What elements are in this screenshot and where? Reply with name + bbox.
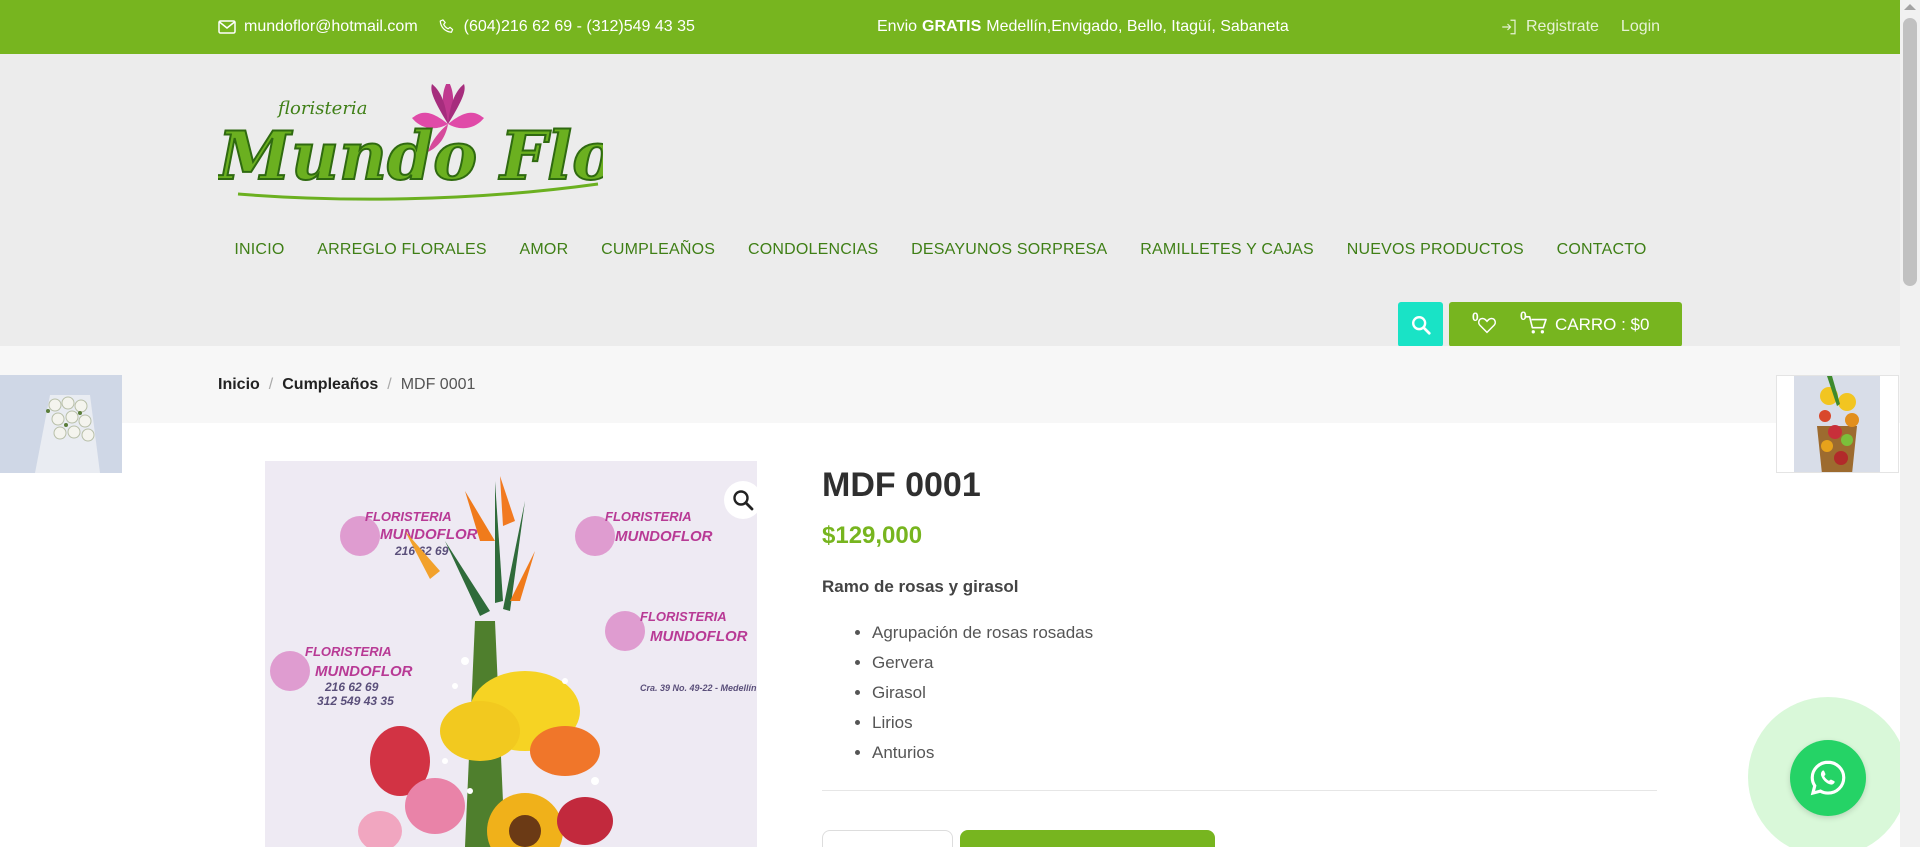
breadcrumb-home[interactable]: Inicio <box>218 376 260 394</box>
register-label: Registrate <box>1526 18 1599 35</box>
watermark-name: MUNDOFLOR <box>380 526 478 543</box>
magnifier-icon <box>733 490 754 511</box>
zoom-button[interactable] <box>724 481 762 519</box>
top-bar: mundoflor@hotmail.com (604)216 62 69 - (… <box>0 0 1900 54</box>
watermark-name: MUNDOFLOR <box>615 528 713 545</box>
email-link[interactable]: mundoflor@hotmail.com <box>218 18 418 36</box>
wishlist-count: 0 <box>1472 309 1479 324</box>
watermark-address: Cra. 39 No. 49-22 - Medellín <box>640 683 757 693</box>
nav-item-contacto[interactable]: CONTACTO <box>1557 241 1647 259</box>
email-text: mundoflor@hotmail.com <box>244 18 418 35</box>
register-link[interactable]: Registrate <box>1500 18 1599 36</box>
search-button[interactable] <box>1398 302 1443 347</box>
breadcrumb-separator: / <box>268 375 274 393</box>
product-title: MDF 0001 <box>822 466 981 504</box>
nav-item-arreglo-florales[interactable]: ARREGLO FLORALES <box>317 241 486 259</box>
watermark-phone2: 312 549 43 35 <box>317 694 394 708</box>
phone-icon <box>439 19 453 33</box>
watermark-brand: FLORISTERIA <box>605 509 692 524</box>
cart-count: 0 <box>1520 308 1527 323</box>
previous-product-thumbnail[interactable] <box>0 375 122 473</box>
wishlist-button[interactable]: 0 <box>1472 310 1497 334</box>
cart-icon-wrap: 0 <box>1520 309 1547 335</box>
nav-item-amor[interactable]: AMOR <box>520 241 569 259</box>
search-icon <box>1411 315 1431 335</box>
contact-info: mundoflor@hotmail.com (604)216 62 69 - (… <box>218 0 695 54</box>
breadcrumb: Inicio / Cumpleaños / MDF 0001 <box>218 346 475 423</box>
scrollbar-thumb[interactable] <box>1903 18 1917 286</box>
site-logo[interactable]: floristeria Mundo Flor <box>218 84 603 209</box>
quantity-input[interactable] <box>822 830 953 847</box>
list-item: Agrupación de rosas rosadas <box>872 618 1093 648</box>
account-links: Registrate Login <box>1500 0 1660 54</box>
whatsapp-icon <box>1810 760 1846 796</box>
cart-button[interactable]: 0 0 CARRO : $0 <box>1449 302 1682 347</box>
shipping-free: GRATIS <box>922 18 982 35</box>
scroll-up-arrow[interactable] <box>1904 4 1916 10</box>
breadcrumb-band: Inicio / Cumpleaños / MDF 0001 <box>0 346 1900 423</box>
product-features: Agrupación de rosas rosadas Gervera Gira… <box>872 618 1093 768</box>
logo-small-text: floristeria <box>276 98 367 119</box>
list-item: Anturios <box>872 738 1093 768</box>
add-to-cart-button[interactable] <box>960 830 1215 847</box>
next-product-thumbnail[interactable] <box>1776 375 1899 473</box>
cart-label: CARRO : $0 <box>1555 314 1650 334</box>
nav-item-inicio[interactable]: INICIO <box>234 241 284 259</box>
logo-main-text: Mundo Flor <box>218 117 603 195</box>
main-nav: INICIO ARREGLO FLORALES AMOR CUMPLEAÑOS … <box>218 229 1663 271</box>
shipping-notice: Envio GRATIS Medellín,Envigado, Bello, I… <box>877 0 1289 54</box>
shipping-cities: Medellín,Envigado, Bello, Itagüí, Sabane… <box>986 18 1289 35</box>
breadcrumb-separator: / <box>387 375 392 393</box>
watermark-phone1: 216 62 69 <box>324 680 379 694</box>
nav-item-cumpleanos[interactable]: CUMPLEAÑOS <box>601 241 715 259</box>
product-description: Ramo de rosas y girasol <box>822 577 1019 596</box>
list-item: Lirios <box>872 708 1093 738</box>
watermark-brand: FLORISTERIA <box>305 644 392 659</box>
product-image[interactable]: FLORISTERIA MUNDOFLOR 216 62 69 FLORISTE… <box>265 461 757 847</box>
whatsapp-button[interactable] <box>1790 740 1866 816</box>
cart-icon <box>1526 315 1547 333</box>
watermark-brand: FLORISTERIA <box>640 609 727 624</box>
nav-item-ramilletes-y-cajas[interactable]: RAMILLETES Y CAJAS <box>1140 241 1314 259</box>
divider <box>822 790 1657 791</box>
nav-item-nuevos-productos[interactable]: NUEVOS PRODUCTOS <box>1347 241 1524 259</box>
breadcrumb-category[interactable]: Cumpleaños <box>282 376 378 394</box>
phone-text: (604)216 62 69 - (312)549 43 35 <box>463 18 695 35</box>
nav-item-desayunos-sorpresa[interactable]: DESAYUNOS SORPRESA <box>911 241 1107 259</box>
shipping-prefix: Envio <box>877 18 918 35</box>
list-item: Girasol <box>872 678 1093 708</box>
watermark-brand: FLORISTERIA <box>365 509 452 524</box>
list-item: Gervera <box>872 648 1093 678</box>
product-price: $129,000 <box>822 522 923 549</box>
heart-icon <box>1478 317 1496 333</box>
login-link[interactable]: Login <box>1621 18 1660 36</box>
envelope-icon <box>218 20 236 34</box>
watermark-name: MUNDOFLOR <box>315 663 413 680</box>
phone-link[interactable]: (604)216 62 69 - (312)549 43 35 <box>438 18 695 36</box>
breadcrumb-current: MDF 0001 <box>400 375 476 393</box>
nav-item-condolencias[interactable]: CONDOLENCIAS <box>748 241 878 259</box>
login-arrow-icon <box>1502 19 1516 35</box>
watermark-name: MUNDOFLOR <box>650 628 748 645</box>
